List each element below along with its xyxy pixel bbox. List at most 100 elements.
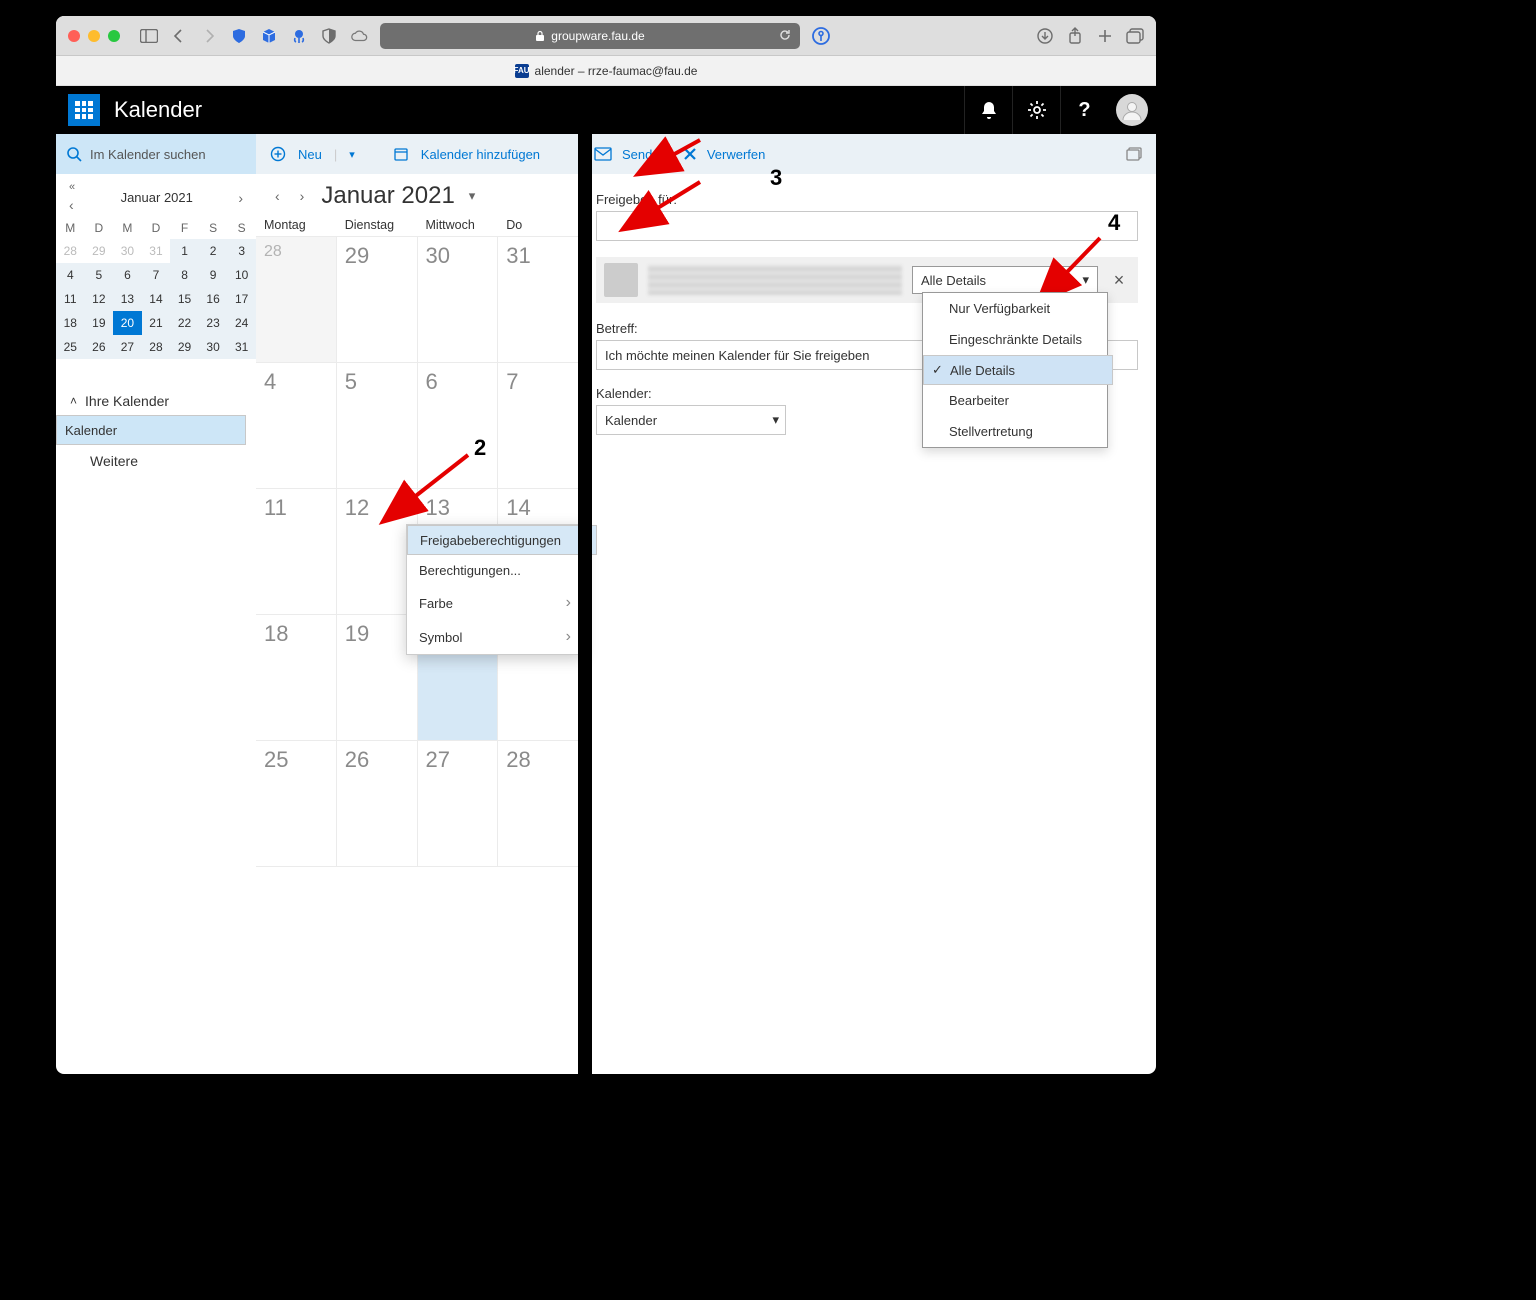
mini-cal-day[interactable]: 24	[227, 311, 256, 335]
mini-cal-day[interactable]: 31	[142, 239, 171, 263]
mini-cal-day[interactable]: 29	[85, 239, 114, 263]
mini-cal-day[interactable]: 30	[199, 335, 228, 359]
privacy-shield-icon[interactable]	[320, 27, 338, 45]
month-cell[interactable]: 27	[418, 741, 499, 867]
help-button[interactable]: ?	[1060, 86, 1108, 134]
month-prev-icon[interactable]: ‹	[66, 195, 78, 215]
year-prev-icon[interactable]: «	[66, 180, 78, 195]
tab-overview-icon[interactable]	[1126, 27, 1144, 45]
mini-cal-day[interactable]: 21	[142, 311, 171, 335]
share-with-input[interactable]	[596, 211, 1138, 241]
downloads-icon[interactable]	[1036, 27, 1054, 45]
forward-icon[interactable]	[200, 27, 218, 45]
context-menu-item[interactable]: Freigabeberechtigungen	[407, 525, 597, 555]
back-icon[interactable]	[170, 27, 188, 45]
add-calendar-button[interactable]: Kalender hinzufügen	[421, 147, 540, 162]
chevron-down-icon[interactable]: ▾	[469, 188, 476, 204]
permission-option[interactable]: Stellvertretung	[923, 416, 1107, 447]
close-window-icon[interactable]	[68, 30, 80, 42]
month-cell[interactable]: 26	[337, 741, 418, 867]
mini-cal-day[interactable]: 13	[113, 287, 142, 311]
permission-dropdown[interactable]: Alle Details ▾	[912, 266, 1098, 294]
mini-cal-day[interactable]: 27	[113, 335, 142, 359]
mini-cal-day[interactable]: 1	[170, 239, 199, 263]
mini-cal-day[interactable]: 5	[85, 263, 114, 287]
calendar-item-weitere[interactable]: Weitere	[56, 445, 256, 477]
popout-icon[interactable]	[1126, 147, 1142, 161]
mini-cal-day[interactable]: 18	[56, 311, 85, 335]
month-cell[interactable]: 7	[498, 363, 579, 489]
mini-cal-day[interactable]: 26	[85, 335, 114, 359]
month-cell[interactable]: 28	[256, 237, 337, 363]
mini-cal-day[interactable]: 20	[113, 311, 142, 335]
month-cell[interactable]: 18	[256, 615, 337, 741]
mini-cal-day[interactable]: 7	[142, 263, 171, 287]
permission-option[interactable]: Bearbeiter	[923, 385, 1107, 416]
mini-calendar[interactable]: MDMDFSS282930311234567891011121314151617…	[56, 217, 256, 359]
icloud-icon[interactable]	[350, 27, 368, 45]
mini-cal-day[interactable]: 28	[142, 335, 171, 359]
mini-cal-day[interactable]: 17	[227, 287, 256, 311]
chevron-down-icon[interactable]: ▾	[349, 148, 355, 161]
month-cell[interactable]: 6	[418, 363, 499, 489]
month-cell[interactable]: 28	[498, 741, 579, 867]
reload-icon[interactable]	[778, 28, 792, 45]
month-cell[interactable]: 11	[256, 489, 337, 615]
mini-cal-day[interactable]: 15	[170, 287, 199, 311]
context-menu-item[interactable]: Farbe	[407, 586, 583, 620]
grid-next-icon[interactable]: ›	[297, 186, 308, 206]
mini-cal-day[interactable]: 30	[113, 239, 142, 263]
mini-cal-day[interactable]: 25	[56, 335, 85, 359]
search-bar[interactable]: Im Kalender suchen	[56, 134, 256, 174]
mini-cal-day[interactable]: 2	[199, 239, 228, 263]
month-next-icon[interactable]: ›	[235, 188, 246, 208]
calendar-select[interactable]: Kalender ▾	[596, 405, 786, 435]
permission-option[interactable]: Alle Details	[923, 355, 1113, 385]
settings-button[interactable]	[1012, 86, 1060, 134]
calendar-group[interactable]: ˄ Ihre Kalender	[56, 383, 256, 415]
new-tab-icon[interactable]	[1096, 27, 1114, 45]
mini-cal-day[interactable]: 19	[85, 311, 114, 335]
share-icon[interactable]	[1066, 27, 1084, 45]
mini-cal-day[interactable]: 11	[56, 287, 85, 311]
url-bar[interactable]: groupware.fau.de	[380, 23, 800, 49]
mini-cal-day[interactable]: 28	[56, 239, 85, 263]
grid-prev-icon[interactable]: ‹	[272, 186, 283, 206]
mini-cal-day[interactable]: 10	[227, 263, 256, 287]
context-menu-item[interactable]: Berechtigungen...	[407, 555, 583, 586]
discard-button[interactable]: Verwerfen	[707, 147, 766, 162]
extension-cube-icon[interactable]	[260, 27, 278, 45]
mini-cal-day[interactable]: 29	[170, 335, 199, 359]
sidebar-toggle-icon[interactable]	[140, 27, 158, 45]
mini-cal-day[interactable]: 22	[170, 311, 199, 335]
mini-cal-day[interactable]: 8	[170, 263, 199, 287]
extension-shield-icon[interactable]	[230, 27, 248, 45]
mini-cal-day[interactable]: 9	[199, 263, 228, 287]
notifications-button[interactable]	[964, 86, 1012, 134]
minimize-window-icon[interactable]	[88, 30, 100, 42]
mini-cal-day[interactable]: 3	[227, 239, 256, 263]
month-cell[interactable]: 30	[418, 237, 499, 363]
new-button[interactable]: Neu	[298, 147, 322, 162]
onepassword-icon[interactable]	[812, 27, 830, 45]
mini-cal-day[interactable]: 16	[199, 287, 228, 311]
month-cell[interactable]: 29	[337, 237, 418, 363]
app-launcher-button[interactable]	[68, 94, 100, 126]
month-cell[interactable]: 31	[498, 237, 579, 363]
month-cell[interactable]: 5	[337, 363, 418, 489]
month-cell[interactable]: 25	[256, 741, 337, 867]
mini-cal-day[interactable]: 31	[227, 335, 256, 359]
send-button[interactable]: Senden	[622, 147, 667, 162]
zoom-window-icon[interactable]	[108, 30, 120, 42]
mini-cal-day[interactable]: 14	[142, 287, 171, 311]
mini-cal-day[interactable]: 12	[85, 287, 114, 311]
mini-cal-day[interactable]: 23	[199, 311, 228, 335]
mini-cal-day[interactable]: 4	[56, 263, 85, 287]
remove-recipient-button[interactable]: ×	[1108, 270, 1130, 291]
calendar-item-kalender[interactable]: Kalender	[56, 415, 246, 445]
account-button[interactable]	[1108, 86, 1156, 134]
context-menu-item[interactable]: Symbol	[407, 620, 583, 654]
permission-option[interactable]: Nur Verfügbarkeit	[923, 293, 1107, 324]
permission-option[interactable]: Eingeschränkte Details	[923, 324, 1107, 355]
mini-cal-day[interactable]: 6	[113, 263, 142, 287]
